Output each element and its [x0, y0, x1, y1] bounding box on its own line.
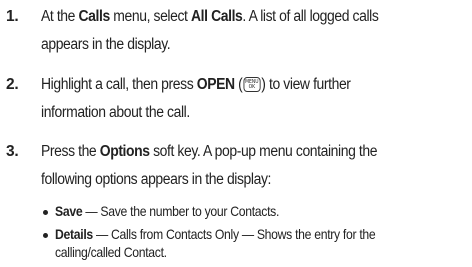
step-text: Press the Options soft key. A pop-up men…: [41, 138, 428, 194]
step-line-1: Press the Options soft key. A pop-up men…: [41, 143, 378, 160]
menu-name-all-calls: All Calls: [191, 8, 243, 25]
step-line-1: Highlight a call, then press OPEN (MENU O…: [41, 76, 351, 93]
menu-ok-key-icon: MENU OK: [243, 77, 261, 92]
step-text: At the Calls menu, select All Calls. A l…: [41, 3, 428, 59]
option-term: Save: [55, 204, 83, 219]
option-term: Details: [55, 227, 93, 242]
step-line-2: following options appears in the display…: [41, 171, 272, 188]
option-text: Save — Save the number to your Contacts.: [55, 204, 280, 219]
step-text: Highlight a call, then press OPEN (MENU O…: [41, 71, 428, 127]
bullet-icon: [43, 233, 48, 238]
step-line-1: At the Calls menu, select All Calls. A l…: [41, 8, 379, 25]
step-number: 3.: [6, 143, 19, 160]
step-line-2: information about the call.: [41, 104, 190, 121]
key-name-options: Options: [99, 143, 150, 160]
step-line-2: appears in the display.: [41, 36, 171, 53]
step-number: 2.: [6, 76, 19, 93]
menu-name-calls: Calls: [78, 8, 110, 25]
key-name-open: OPEN: [196, 76, 235, 93]
option-text: Details — Calls from Contacts Only — Sho…: [55, 227, 376, 260]
step-number: 1.: [6, 8, 19, 25]
bullet-icon: [43, 210, 48, 215]
